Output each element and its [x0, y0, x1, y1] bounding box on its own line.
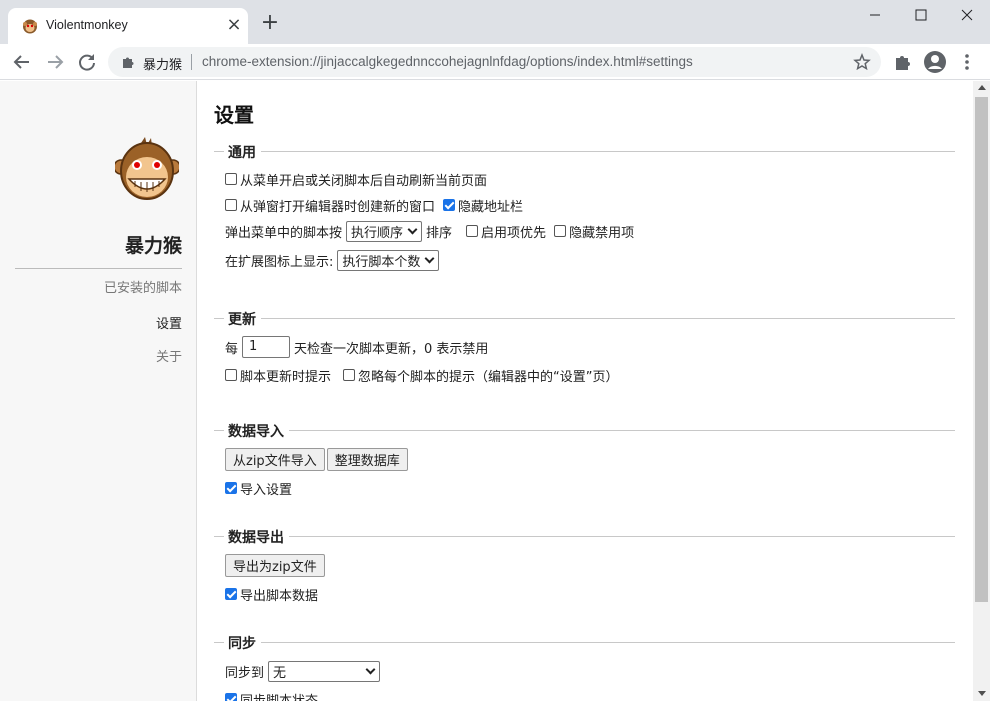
- sidebar: 暴力猴 已安装的脚本 设置 关于: [0, 81, 197, 701]
- section-general-heading: 通用: [214, 142, 955, 162]
- option-row-badge: 在扩展图标上显示: 执行脚本个数: [225, 249, 443, 271]
- minimize-icon[interactable]: [852, 0, 898, 30]
- brand-title: 暴力猴: [124, 235, 182, 257]
- ignore-notify-checkbox[interactable]: [343, 369, 356, 381]
- star-icon[interactable]: [853, 53, 871, 71]
- scroll-up-arrow-icon[interactable]: [978, 85, 986, 90]
- export-zip-button[interactable]: 导出为zip文件: [225, 553, 325, 577]
- violentmonkey-favicon-icon: [23, 19, 37, 34]
- extension-page: 暴力猴 已安装的脚本 设置 关于 设置 通用 从菜单开启或关闭脚本后自动刷新当前…: [0, 81, 990, 701]
- vacuum-db-button[interactable]: 整理数据库: [326, 447, 408, 471]
- puzzle-icon: [123, 57, 134, 68]
- import-zip-button[interactable]: 从zip文件导入: [225, 447, 325, 471]
- violentmonkey-logo-icon: [115, 137, 179, 200]
- badge-prefix: 在扩展图标上显示:: [225, 254, 334, 270]
- hide-disabled-checkbox[interactable]: [554, 225, 567, 237]
- site-label: 暴力猴: [143, 58, 183, 73]
- close-icon[interactable]: [944, 0, 990, 30]
- section-update-heading: 更新: [214, 309, 955, 329]
- popup-sort-suffix: 排序: [426, 225, 453, 241]
- update-prefix: 每: [225, 341, 239, 357]
- sync-state-label: 同步脚本状态: [240, 693, 319, 701]
- import-settings-checkbox[interactable]: [225, 482, 237, 494]
- more-menu-icon[interactable]: [955, 50, 979, 74]
- popup-sort-select[interactable]: 执行顺序: [346, 220, 423, 242]
- address-bar[interactable]: 暴力猴 chrome-extension://jinjaccalgkegednn…: [108, 47, 881, 77]
- auto-reload-checkbox[interactable]: [225, 173, 237, 185]
- option-row-update-interval: 每 1 天检查一次脚本更新，0 表示禁用: [225, 336, 488, 358]
- chevron-down-icon: [365, 664, 376, 674]
- tab-title: Violentmonkey: [46, 18, 128, 32]
- section-import-heading: 数据导入: [214, 421, 955, 441]
- option-sync-state: 同步脚本状态: [225, 688, 326, 701]
- browser-toolbar: 暴力猴 chrome-extension://jinjaccalgkegednn…: [0, 44, 990, 80]
- tab-strip: Violentmonkey × +: [0, 0, 990, 44]
- option-auto-reload[interactable]: 从菜单开启或关闭脚本后自动刷新当前页面: [225, 168, 495, 190]
- export-buttons-row: 导出为zip文件: [225, 553, 327, 577]
- maximize-icon[interactable]: [898, 0, 944, 30]
- ignore-notify-label: 忽略每个脚本的提示（编辑器中的“设置”页）: [358, 369, 619, 385]
- forward-arrow-icon[interactable]: [43, 50, 67, 74]
- import-buttons-row: 从zip文件导入 整理数据库: [225, 447, 410, 471]
- omnibox-separator: [191, 54, 192, 70]
- section-sync-heading: 同步: [214, 633, 955, 653]
- update-notify-label: 脚本更新时提示: [240, 369, 332, 385]
- option-export-values: 导出脚本数据: [225, 583, 326, 605]
- badge-select[interactable]: 执行脚本个数: [337, 249, 440, 271]
- scroll-thumb[interactable]: [975, 97, 988, 602]
- extensions-icon[interactable]: [891, 50, 915, 74]
- enabled-first-label: 启用项优先: [481, 225, 547, 241]
- reload-icon[interactable]: [75, 50, 99, 74]
- new-tab-button[interactable]: +: [259, 12, 281, 35]
- option-row-sync: 同步到 无: [225, 660, 384, 682]
- page-title: 设置: [214, 103, 254, 127]
- back-arrow-icon[interactable]: [10, 50, 34, 74]
- sidebar-divider: [15, 268, 182, 269]
- enabled-first-checkbox[interactable]: [466, 225, 479, 237]
- hide-address-checkbox[interactable]: [443, 199, 456, 211]
- sync-prefix: 同步到: [225, 665, 265, 681]
- hide-disabled-label: 隐藏禁用项: [569, 225, 635, 241]
- update-days-input[interactable]: 1: [242, 336, 291, 358]
- url-text[interactable]: chrome-extension://jinjaccalgkegednnccoh…: [202, 54, 693, 69]
- import-settings-label: 导入设置: [240, 482, 293, 498]
- profile-icon[interactable]: [923, 50, 947, 74]
- option-row-editor: 从弹窗打开编辑器时创建新的窗口 隐藏地址栏: [225, 194, 531, 216]
- export-values-label: 导出脚本数据: [240, 588, 319, 604]
- sidebar-item-settings[interactable]: 设置: [156, 313, 182, 332]
- hide-address-label: 隐藏地址栏: [458, 199, 524, 215]
- option-row-update-notify: 脚本更新时提示 忽略每个脚本的提示（编辑器中的“设置”页）: [225, 364, 627, 386]
- browser-tab[interactable]: Violentmonkey ×: [8, 8, 248, 44]
- popup-sort-prefix: 弹出菜单中的脚本按: [225, 225, 343, 241]
- tab-close-icon[interactable]: ×: [225, 16, 243, 35]
- section-export-heading: 数据导出: [214, 527, 955, 547]
- sync-service-select[interactable]: 无: [268, 660, 381, 682]
- editor-window-checkbox[interactable]: [225, 199, 237, 211]
- editor-window-label: 从弹窗打开编辑器时创建新的窗口: [240, 199, 436, 215]
- chevron-down-icon: [407, 224, 418, 234]
- settings-content: 设置 通用 从菜单开启或关闭脚本后自动刷新当前页面 从弹窗打开编辑器时创建新的窗…: [197, 81, 973, 701]
- sidebar-item-installed-scripts[interactable]: 已安装的脚本: [104, 277, 182, 296]
- sidebar-item-about[interactable]: 关于: [156, 346, 182, 365]
- update-suffix: 天检查一次脚本更新，0 表示禁用: [294, 341, 489, 357]
- sync-state-checkbox[interactable]: [225, 693, 237, 701]
- export-values-checkbox[interactable]: [225, 588, 237, 600]
- option-import-settings: 导入设置: [225, 477, 300, 499]
- page-scrollbar[interactable]: [973, 81, 990, 701]
- update-notify-checkbox[interactable]: [225, 369, 237, 381]
- option-row-popup-sort: 弹出菜单中的脚本按 执行顺序 排序 启用项优先 隐藏禁用项: [225, 220, 642, 242]
- chevron-down-icon: [424, 253, 435, 263]
- scroll-down-arrow-icon[interactable]: [978, 691, 986, 696]
- auto-reload-label: 从菜单开启或关闭脚本后自动刷新当前页面: [240, 173, 488, 189]
